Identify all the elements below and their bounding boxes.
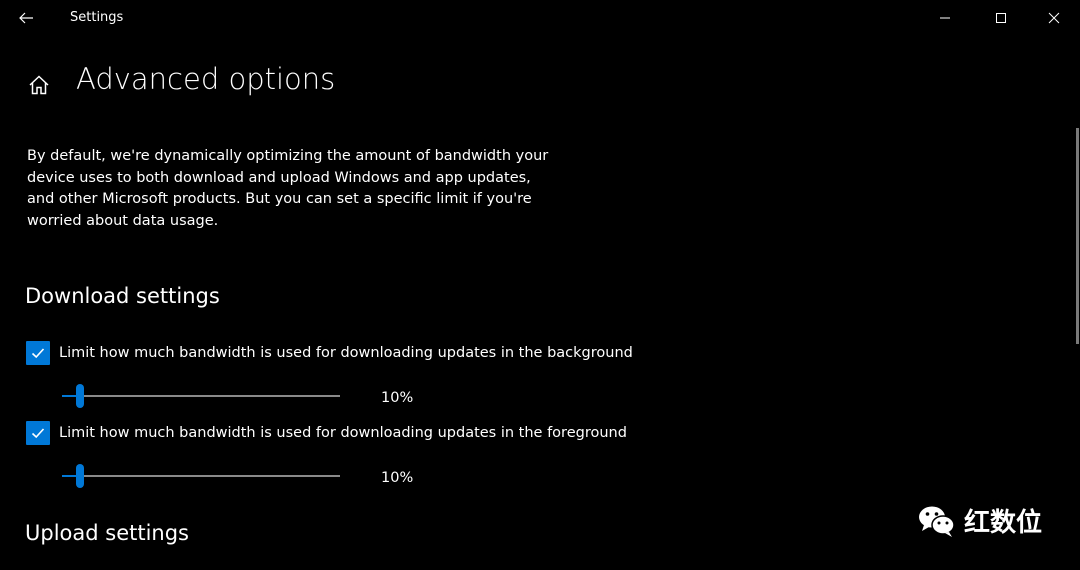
minimize-button[interactable] [922, 0, 968, 36]
foreground-limit-checkbox[interactable] [26, 421, 50, 445]
app-title: Settings [70, 10, 124, 25]
background-limit-checkbox[interactable] [26, 341, 50, 365]
slider-thumb[interactable] [76, 384, 85, 408]
background-bandwidth-value: 10% [381, 390, 414, 406]
home-button[interactable] [24, 70, 54, 100]
watermark: 红数位 [916, 502, 1042, 539]
background-bandwidth-slider[interactable] [62, 384, 340, 408]
checkmark-icon [31, 348, 45, 359]
foreground-limit-checkbox-row[interactable]: Limit how much bandwidth is used for dow… [26, 421, 627, 445]
maximize-button[interactable] [978, 0, 1024, 36]
foreground-bandwidth-value: 10% [381, 470, 414, 486]
arrow-left-icon [19, 12, 33, 24]
background-limit-label: Limit how much bandwidth is used for dow… [59, 345, 633, 361]
background-limit-checkbox-row[interactable]: Limit how much bandwidth is used for dow… [26, 341, 633, 365]
slider-track [62, 395, 340, 397]
title-bar: Settings [0, 0, 1080, 36]
scrollbar[interactable] [1076, 128, 1079, 344]
watermark-text: 红数位 [964, 508, 1043, 538]
description-text: By default, we're dynamically optimizing… [27, 148, 549, 229]
slider-track [62, 475, 340, 477]
page-title: Advanced options [76, 62, 336, 96]
upload-settings-heading: Upload settings [25, 521, 190, 545]
slider-thumb[interactable] [76, 464, 85, 488]
close-button[interactable] [1031, 0, 1077, 36]
close-icon [1048, 12, 1060, 24]
foreground-limit-label: Limit how much bandwidth is used for dow… [59, 425, 627, 441]
maximize-icon [996, 13, 1006, 23]
checkmark-icon [31, 428, 45, 439]
download-settings-heading: Download settings [25, 284, 220, 308]
home-icon [29, 75, 49, 95]
wechat-icon [919, 506, 955, 537]
back-button[interactable] [12, 4, 40, 32]
foreground-bandwidth-slider[interactable] [62, 464, 340, 488]
minimize-icon [940, 17, 950, 19]
